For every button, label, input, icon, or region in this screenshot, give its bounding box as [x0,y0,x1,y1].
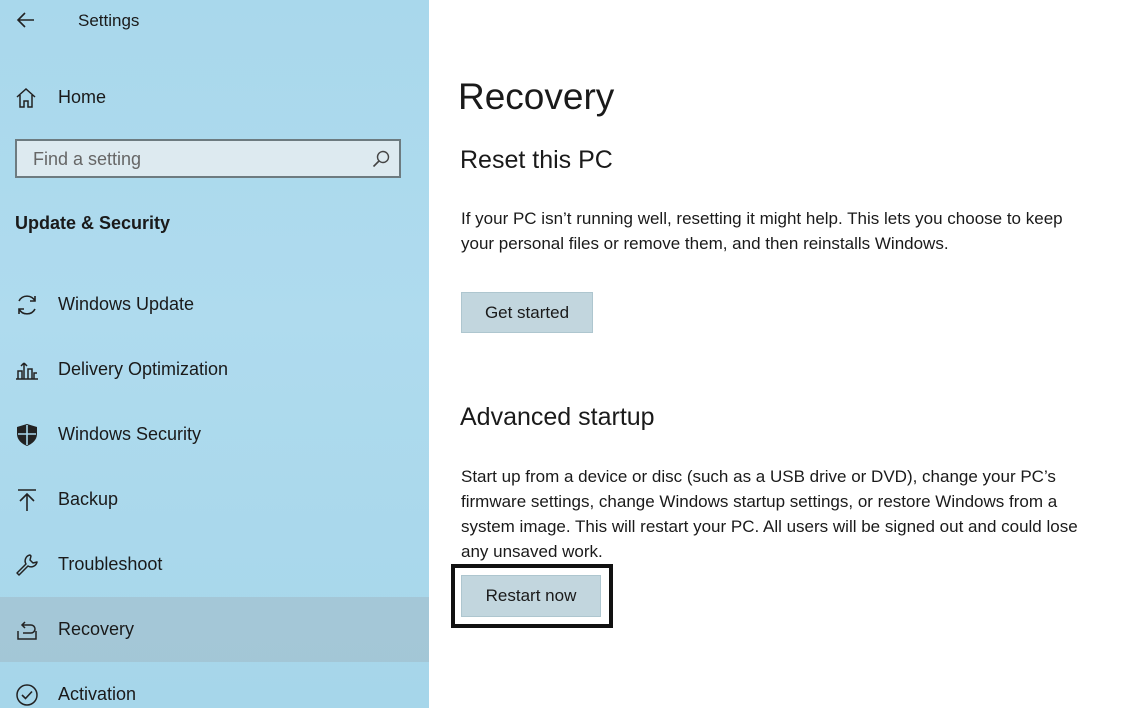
sidebar-item-label: Windows Security [58,424,202,444]
home-label: Home [58,87,107,107]
restart-now-button[interactable]: Restart now [461,575,601,617]
sidebar-item-label: Activation [58,684,137,704]
section-title: Update & Security [15,213,171,233]
sidebar-item-recovery[interactable]: Recovery [0,597,429,662]
sidebar-item-delivery-optimization[interactable]: Delivery Optimization [0,337,429,402]
recovery-icon [14,617,40,643]
page-title: Recovery [458,76,615,117]
sidebar-item-label: Troubleshoot [58,554,163,574]
back-button[interactable] [6,4,46,36]
sync-icon [14,292,40,318]
reset-heading: Reset this PC [460,146,613,174]
check-circle-icon [14,682,40,708]
upload-arrow-icon [14,487,40,513]
advanced-startup-description: Start up from a device or disc (such as … [461,467,1078,561]
wrench-icon [14,552,40,578]
sidebar-item-windows-security[interactable]: Windows Security [0,402,429,467]
get-started-button[interactable]: Get started [461,292,593,333]
window-title: Settings [78,11,140,30]
advanced-startup-heading: Advanced startup [460,403,655,431]
main-content: Recovery Reset this PC If your PC isn’t … [429,0,1140,708]
search-icon[interactable] [371,149,391,169]
sidebar-item-label: Delivery Optimization [58,359,229,379]
settings-window: Settings Home Update & Security [0,0,1140,708]
shield-icon [14,422,40,448]
delivery-optimization-icon [14,357,40,383]
sidebar-item-label: Backup [58,489,119,509]
sidebar-item-backup[interactable]: Backup [0,467,429,532]
back-arrow-icon [16,10,36,30]
sidebar-item-label: Recovery [58,619,135,639]
sidebar-item-windows-update[interactable]: Windows Update [0,272,429,337]
sidebar: Settings Home Update & Security [0,0,429,708]
sidebar-item-troubleshoot[interactable]: Troubleshoot [0,532,429,597]
search-input[interactable] [31,141,355,178]
sidebar-item-label: Windows Update [58,294,195,314]
home-icon [14,86,38,110]
search-box[interactable] [15,139,401,178]
sidebar-item-home[interactable]: Home [0,80,429,116]
reset-description: If your PC isn’t running well, resetting… [461,209,1063,253]
sidebar-item-activation[interactable]: Activation [0,662,429,708]
